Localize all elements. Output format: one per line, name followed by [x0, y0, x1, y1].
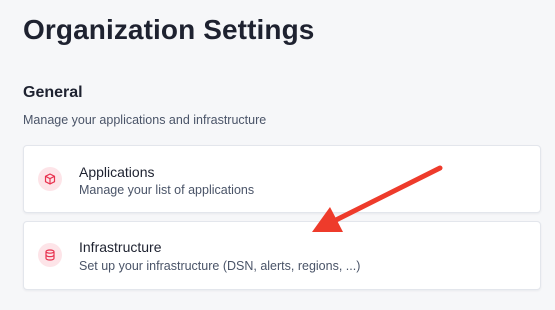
applications-card[interactable]: Applications Manage your list of applica…	[23, 145, 541, 213]
infrastructure-card[interactable]: Infrastructure Set up your infrastructur…	[23, 221, 541, 290]
applications-card-description: Manage your list of applications	[79, 183, 255, 197]
infrastructure-card-title: Infrastructure	[79, 239, 162, 255]
database-icon	[38, 243, 62, 267]
applications-card-title: Applications	[79, 164, 155, 180]
infrastructure-card-description: Set up your infrastructure (DSN, alerts,…	[79, 259, 361, 273]
section-title: General	[23, 84, 83, 101]
section-description: Manage your applications and infrastruct…	[23, 113, 267, 127]
cube-icon	[38, 167, 62, 191]
page-title: Organization Settings	[23, 14, 315, 45]
